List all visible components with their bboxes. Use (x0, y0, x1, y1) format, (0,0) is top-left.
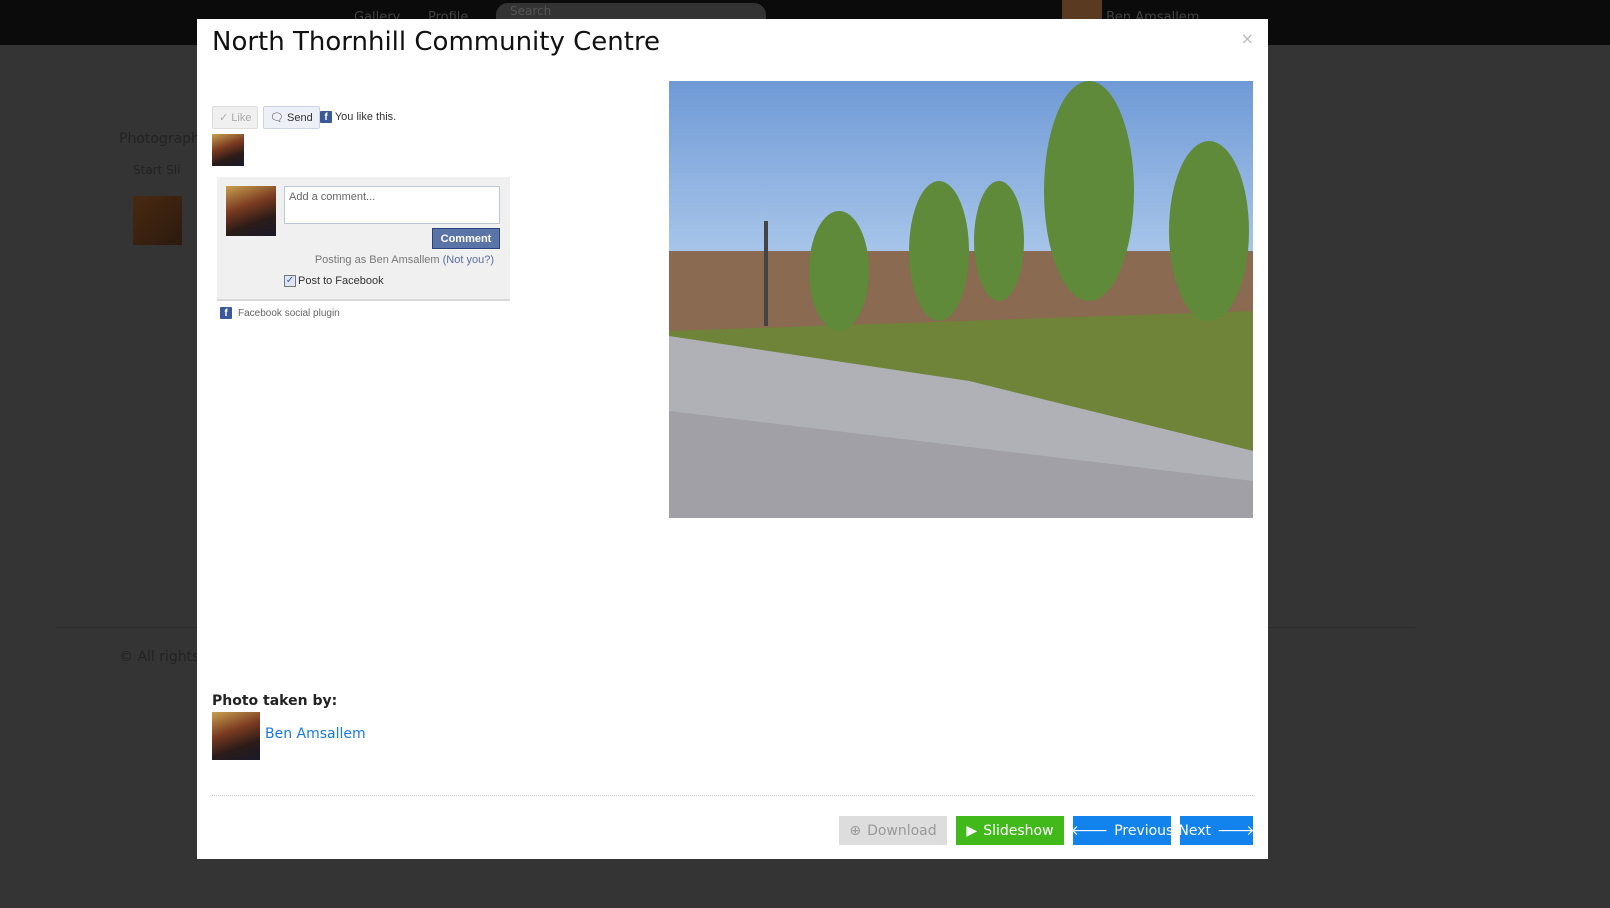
like-status: f You like this. (320, 111, 396, 123)
not-you-link[interactable]: (Not you?) (443, 254, 494, 266)
park-photo-illustration (669, 81, 1253, 518)
next-label: Next (1178, 822, 1212, 839)
checkbox-checked-icon[interactable]: ✓ (284, 275, 296, 287)
previous-label: Previous (1114, 822, 1174, 839)
download-icon: ⊕ (849, 822, 862, 839)
close-icon[interactable]: × (1241, 29, 1254, 48)
arrow-left-icon: 🡐 (1070, 823, 1109, 839)
like-button[interactable]: ✓ Like (212, 106, 259, 129)
slideshow-button[interactable]: ▶ Slideshow (956, 816, 1064, 845)
main-photo (669, 81, 1253, 518)
likes-text: You like this. (334, 111, 397, 123)
play-icon: ▶ (966, 822, 978, 839)
send-button[interactable]: 🗨 Send (263, 106, 320, 129)
download-button[interactable]: ⊕ Download (839, 816, 947, 845)
post-to-facebook-checkbox[interactable]: ✓ Post to Facebook (284, 275, 384, 287)
bg-thumbnail[interactable] (133, 196, 182, 245)
facebook-plugin-link[interactable]: f Facebook social plugin (220, 307, 340, 319)
previous-button[interactable]: 🡐 Previous (1070, 816, 1174, 845)
posting-as: Posting as Ben Amsallem (Not you?) (315, 254, 494, 266)
bg-start-slideshow[interactable]: Start Sli (133, 163, 180, 177)
author-link[interactable]: Ben Amsallem (265, 726, 366, 742)
comment-button[interactable]: Comment (432, 228, 500, 249)
lamp-post (764, 221, 768, 326)
next-button[interactable]: Next 🡒 (1178, 816, 1255, 845)
avatar[interactable] (212, 134, 244, 166)
photo-modal: North Thornhill Community Centre × ✓ Lik… (197, 19, 1268, 859)
send-label: Send (287, 112, 313, 124)
divider (212, 795, 1253, 796)
avatar (226, 186, 276, 236)
facebook-icon: f (320, 111, 332, 123)
bg-section-title: Photograph (119, 131, 200, 147)
download-label: Download (867, 822, 937, 839)
photo-taken-by-label: Photo taken by: (212, 693, 338, 709)
search-placeholder: Search (510, 4, 552, 18)
plugin-label: Facebook social plugin (238, 307, 340, 319)
comment-input[interactable]: Add a comment... (284, 186, 500, 224)
slideshow-label: Slideshow (983, 822, 1054, 839)
like-label: Like (231, 112, 252, 124)
posting-as-text: Posting as Ben Amsallem (314, 254, 440, 266)
send-icon: 🗨 (270, 112, 284, 124)
facebook-icon: f (220, 307, 232, 319)
arrow-right-icon: 🡒 (1217, 823, 1255, 839)
post-to-facebook-label: Post to Facebook (298, 275, 384, 287)
modal-title: North Thornhill Community Centre (212, 27, 661, 57)
bg-footer: © All rights (119, 649, 200, 665)
author-avatar[interactable] (212, 712, 260, 760)
comment-box: Add a comment... Comment Posting as Ben … (217, 177, 510, 301)
